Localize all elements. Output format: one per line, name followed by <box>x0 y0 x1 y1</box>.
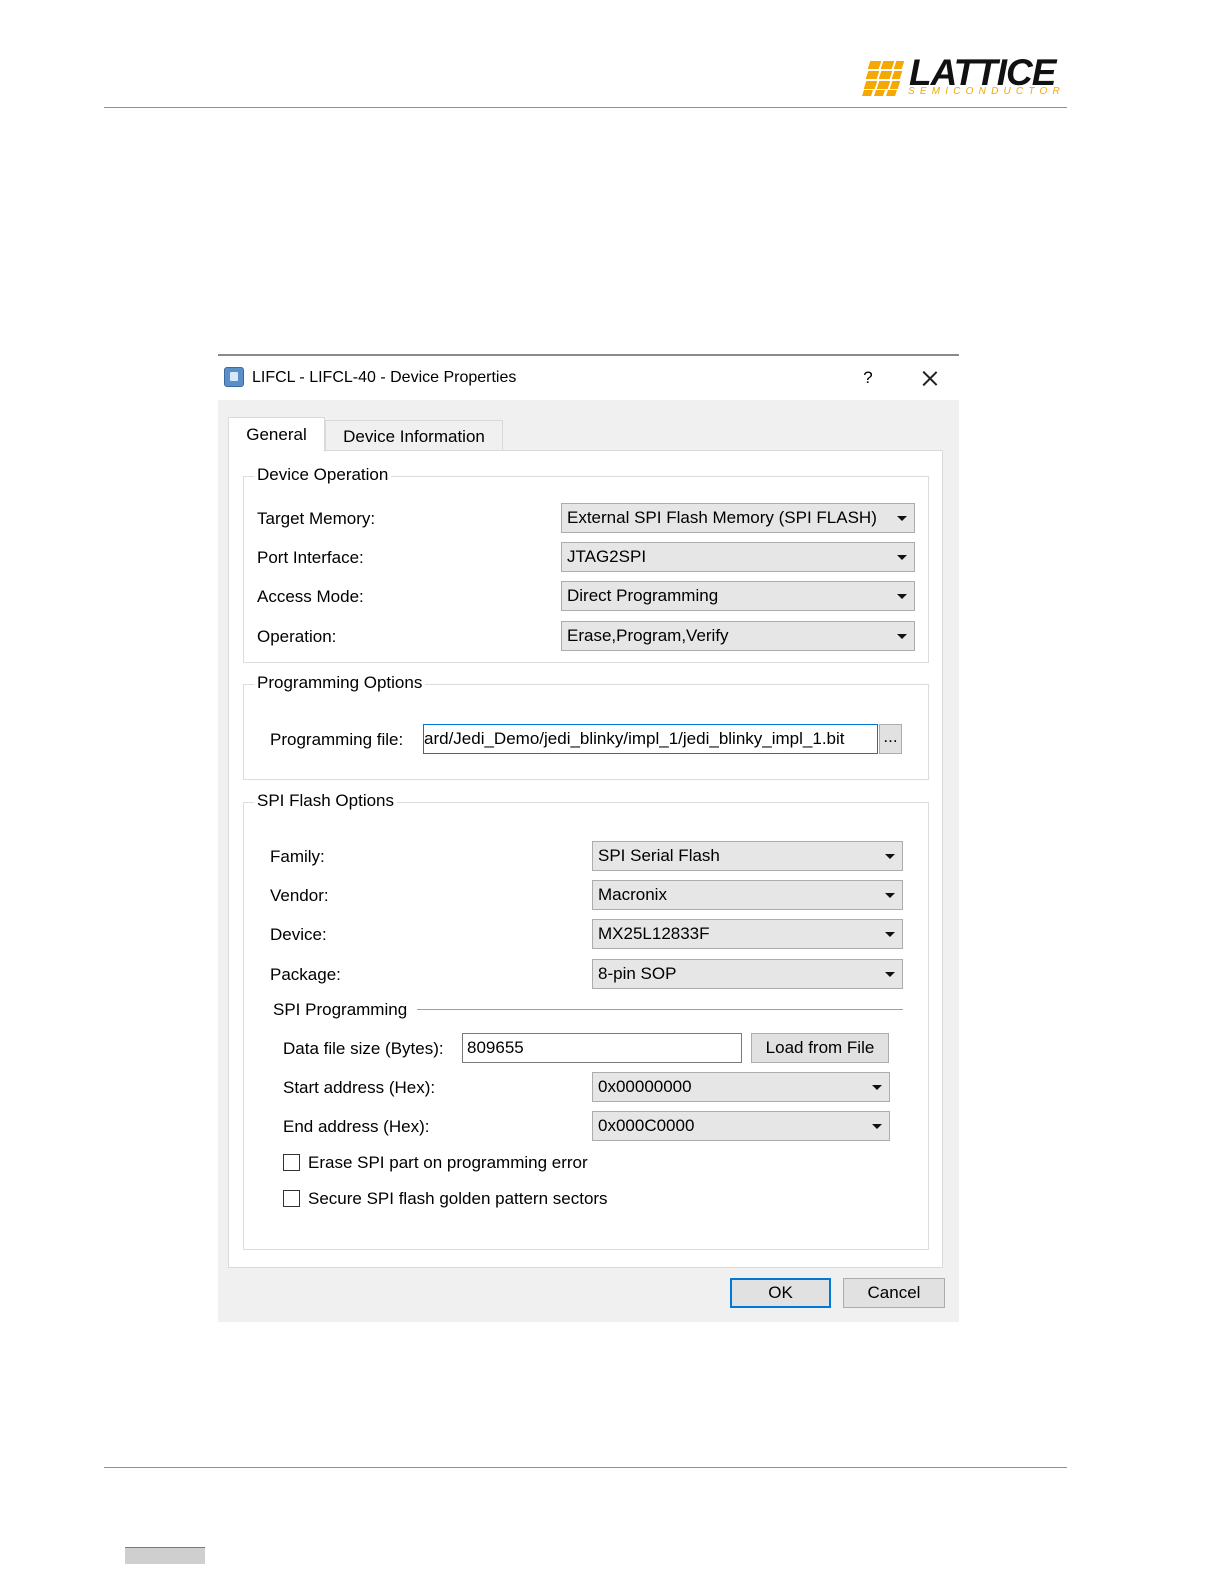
chevron-down-icon <box>885 893 895 898</box>
lattice-logo-mark-icon <box>862 61 909 97</box>
footer-mark <box>125 1547 205 1564</box>
access-mode-label: Access Mode: <box>257 587 364 606</box>
port-interface-label: Port Interface: <box>257 548 364 567</box>
family-label: Family: <box>270 847 325 866</box>
package-value: 8-pin SOP <box>598 964 677 983</box>
data-file-size-value: 809655 <box>467 1038 524 1057</box>
programming-file-input[interactable]: ard/Jedi_Demo/jedi_blinky/impl_1/jedi_bl… <box>423 724 878 754</box>
vendor-value: Macronix <box>598 885 667 904</box>
lattice-logo: LATTICE SEMICONDUCTOR <box>862 52 1068 100</box>
chevron-down-icon <box>872 1124 882 1129</box>
chevron-down-icon <box>897 634 907 639</box>
chevron-down-icon <box>897 594 907 599</box>
target-memory-label: Target Memory: <box>257 509 376 528</box>
tab-device-information[interactable]: Device Information <box>325 420 503 451</box>
chevron-down-icon <box>897 516 907 521</box>
programming-options-group: Programming Options Programming file: ar… <box>243 673 929 780</box>
dialog-title: LIFCL - LIFCL-40 - Device Properties <box>252 369 517 386</box>
target-memory-value: External SPI Flash Memory (SPI FLASH) <box>567 508 877 527</box>
tab-general[interactable]: General <box>228 417 325 452</box>
spi-flash-options-title: SPI Flash Options <box>254 791 398 811</box>
end-address-value: 0x000C0000 <box>598 1116 695 1135</box>
erase-on-error-checkbox[interactable] <box>283 1154 300 1171</box>
load-from-file-button[interactable]: Load from File <box>751 1033 889 1063</box>
spi-programming-separator <box>417 1009 903 1010</box>
device-operation-group: Device Operation Target Memory: External… <box>243 465 929 663</box>
operation-value: Erase,Program,Verify <box>567 626 729 645</box>
vendor-label: Vendor: <box>270 886 329 905</box>
programming-options-title: Programming Options <box>254 673 426 693</box>
start-address-label: Start address (Hex): <box>283 1078 436 1097</box>
chevron-down-icon <box>885 854 895 859</box>
spi-flash-options-group: SPI Flash Options Family: SPI Serial Fla… <box>243 791 929 1250</box>
secure-golden-checkbox[interactable] <box>283 1190 300 1207</box>
device-properties-dialog: LIFCL - LIFCL-40 - Device Properties ? G… <box>218 354 959 1322</box>
end-address-label: End address (Hex): <box>283 1117 430 1136</box>
footer-divider <box>104 1467 1067 1468</box>
general-tab-page: Device Operation Target Memory: External… <box>228 450 943 1268</box>
chevron-down-icon <box>872 1085 882 1090</box>
operation-label: Operation: <box>257 627 337 646</box>
cancel-button[interactable]: Cancel <box>843 1278 945 1308</box>
spi-programming-title: SPI Programming <box>273 1000 408 1019</box>
family-select[interactable]: SPI Serial Flash <box>592 841 903 871</box>
start-address-select[interactable]: 0x00000000 <box>592 1072 890 1102</box>
programming-file-label: Programming file: <box>270 730 404 749</box>
device-select[interactable]: MX25L12833F <box>592 919 903 949</box>
chevron-down-icon <box>897 555 907 560</box>
device-operation-title: Device Operation <box>254 465 392 485</box>
dialog-titlebar[interactable]: LIFCL - LIFCL-40 - Device Properties ? <box>218 356 959 400</box>
port-interface-value: JTAG2SPI <box>567 547 647 566</box>
data-file-size-label: Data file size (Bytes): <box>283 1039 444 1058</box>
operation-select[interactable]: Erase,Program,Verify <box>561 621 915 651</box>
chevron-down-icon <box>885 972 895 977</box>
package-label: Package: <box>270 965 341 984</box>
header-divider <box>104 107 1067 108</box>
package-select[interactable]: 8-pin SOP <box>592 959 903 989</box>
programmer-app-icon <box>224 367 244 387</box>
device-value: MX25L12833F <box>598 924 710 943</box>
data-file-size-input[interactable]: 809655 <box>462 1033 742 1063</box>
close-icon[interactable] <box>916 364 944 392</box>
start-address-value: 0x00000000 <box>598 1077 692 1096</box>
help-button[interactable]: ? <box>854 364 882 392</box>
vendor-select[interactable]: Macronix <box>592 880 903 910</box>
ok-button[interactable]: OK <box>730 1278 831 1308</box>
browse-button[interactable]: ... <box>879 724 902 754</box>
secure-golden-label[interactable]: Secure SPI flash golden pattern sectors <box>308 1189 608 1209</box>
device-label: Device: <box>270 925 327 944</box>
access-mode-select[interactable]: Direct Programming <box>561 581 915 611</box>
port-interface-select[interactable]: JTAG2SPI <box>561 542 915 572</box>
programming-file-value: ard/Jedi_Demo/jedi_blinky/impl_1/jedi_bl… <box>424 729 845 748</box>
access-mode-value: Direct Programming <box>567 586 719 605</box>
target-memory-select[interactable]: External SPI Flash Memory (SPI FLASH) <box>561 503 915 533</box>
chevron-down-icon <box>885 932 895 937</box>
family-value: SPI Serial Flash <box>598 846 720 865</box>
erase-on-error-label[interactable]: Erase SPI part on programming error <box>308 1153 588 1173</box>
end-address-select[interactable]: 0x000C0000 <box>592 1111 890 1141</box>
logo-subtitle: SEMICONDUCTOR <box>908 86 1065 97</box>
